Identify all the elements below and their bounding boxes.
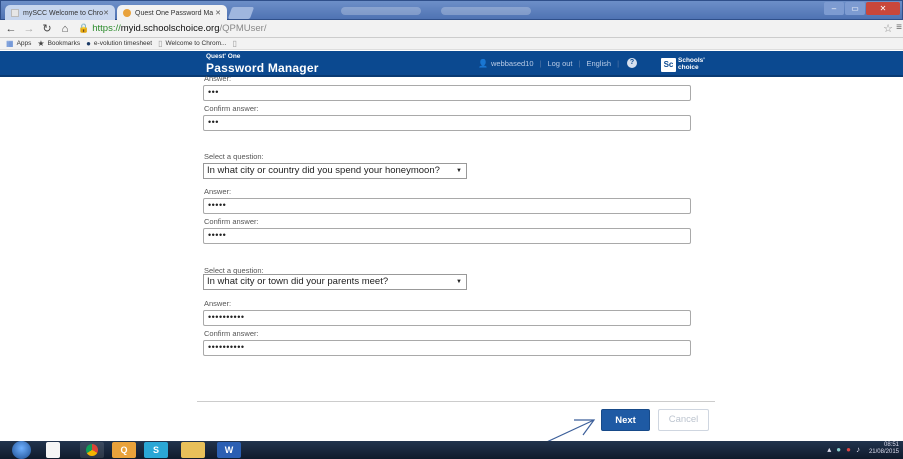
answer-field-2[interactable]: •••••	[203, 198, 691, 214]
evolution-icon: ●	[86, 39, 91, 48]
sc-logo-box: Sc	[661, 57, 676, 72]
confirm-answer-label: Confirm answer:	[204, 217, 259, 226]
confirm-answer-field-3[interactable]: ••••••••••	[203, 340, 691, 356]
clock[interactable]: 08:51 21/08/2015	[869, 442, 899, 456]
maximize-icon[interactable]: ▭	[845, 2, 865, 15]
next-button[interactable]: Next	[601, 409, 650, 431]
folder-icon[interactable]	[181, 442, 205, 458]
browser-tab-strip: mySCC Welcome to Chro ✕ Quest One Passwo…	[0, 0, 903, 21]
menu-icon[interactable]: ≡	[896, 22, 902, 33]
page-title: Password Manager	[206, 61, 319, 75]
chevron-down-icon: ▼	[456, 279, 462, 285]
home-icon[interactable]: ⌂	[58, 23, 72, 35]
divider: |	[578, 58, 581, 68]
star-icon: ★	[37, 39, 45, 48]
quest-logo-icon	[123, 9, 131, 17]
question-select-3[interactable]: In what city or town did your parents me…	[203, 274, 467, 290]
forward-arrow-icon[interactable]: →	[22, 23, 36, 35]
bookmark-label: e-volution timesheet	[93, 40, 153, 47]
tab-label: mySCC Welcome to Chro	[23, 9, 104, 17]
network-icon[interactable]: ●	[836, 445, 841, 454]
blurred-title	[341, 7, 421, 15]
confirm-answer-field-2[interactable]: •••••	[203, 228, 691, 244]
question-select-2[interactable]: In what city or country did you spend yo…	[203, 163, 467, 179]
form-divider	[197, 401, 715, 402]
logo-line2: choice	[678, 63, 699, 71]
clock-time: 08:51	[883, 442, 899, 448]
bookmark-bookmarks[interactable]: ★ Bookmarks	[37, 39, 80, 48]
page-icon	[11, 9, 19, 17]
url-host: myid.schoolschoice.org	[120, 23, 220, 34]
tab-myscc[interactable]: mySCC Welcome to Chro ✕	[5, 5, 115, 21]
bookmarks-bar: ▦ Apps ★ Bookmarks ● e-volution timeshee…	[0, 38, 903, 50]
app-header: Quest' One Password Manager 👤 webbased10…	[0, 51, 903, 77]
language-link[interactable]: English	[586, 59, 611, 68]
divider: |	[539, 58, 542, 68]
schools-choice-logo: Sc Schools' choice	[661, 57, 705, 72]
bookmark-welcome[interactable]: ▯ Welcome to Chrom...	[158, 39, 226, 48]
brand-quest-one: Quest' One	[206, 53, 241, 60]
confirm-answer-label: Confirm answer:	[204, 104, 259, 113]
answer-label: Answer:	[204, 187, 232, 196]
page-icon: ▯	[158, 39, 163, 48]
bookmark-label: Bookmarks	[47, 40, 81, 47]
confirm-answer-field-1[interactable]: •••	[203, 115, 691, 131]
speaker-icon[interactable]: ♪	[856, 445, 860, 454]
question-select-value: In what city or country did you spend yo…	[207, 165, 440, 176]
close-tab-icon[interactable]: ✕	[103, 9, 109, 17]
bookmark-apps[interactable]: ▦ Apps	[6, 39, 31, 48]
minimize-icon[interactable]: –	[824, 2, 844, 15]
user-nav: 👤 webbased10 | Log out | English | ?	[478, 58, 638, 68]
quest-icon[interactable]: Q	[112, 442, 136, 458]
bookmark-evolution[interactable]: ● e-volution timesheet	[86, 39, 152, 48]
back-arrow-icon[interactable]: ←	[4, 23, 18, 35]
confirm-answer-label: Confirm answer:	[204, 329, 259, 338]
reload-icon[interactable]: ↻	[40, 22, 54, 35]
sc-logo-text: Schools' choice	[678, 57, 705, 71]
username[interactable]: webbased10	[491, 59, 534, 68]
system-tray: ▴ ● ● ♪ 08:51 21/08/2015	[827, 442, 899, 456]
close-tab-icon[interactable]: ✕	[215, 9, 221, 17]
url-path: /QPMUser/	[219, 23, 267, 34]
tab-label: Quest One Password Ma	[135, 9, 214, 17]
address-bar[interactable]: 🔒 https:// myid.schoolschoice.org /QPMUs…	[78, 22, 266, 36]
divider: |	[617, 58, 620, 68]
window-controls: – ▭ ✕	[824, 2, 900, 15]
new-tab-button[interactable]	[227, 7, 255, 19]
page-icon: ▯	[232, 39, 237, 48]
answer-label: Answer:	[204, 74, 232, 83]
chrome-icon[interactable]	[80, 442, 104, 458]
bookmark-label: Apps	[16, 40, 32, 47]
url-scheme: https://	[92, 23, 121, 34]
user-icon: 👤	[478, 58, 488, 68]
browser-toolbar: ← → ↻ ⌂ 🔒 https:// myid.schoolschoice.or…	[0, 20, 903, 38]
document-icon[interactable]	[46, 442, 60, 458]
answer-field-3[interactable]: ••••••••••	[203, 310, 691, 326]
skype-icon[interactable]: S	[144, 442, 168, 458]
select-question-label: Select a question:	[204, 152, 264, 161]
start-button[interactable]	[12, 441, 31, 459]
close-window-icon[interactable]: ✕	[866, 2, 900, 15]
chevron-down-icon: ▼	[456, 168, 462, 174]
clock-date: 21/08/2015	[868, 449, 899, 455]
bookmark-blank[interactable]: ▯	[232, 39, 239, 48]
cancel-button[interactable]: Cancel	[658, 409, 709, 431]
question-select-value: In what city or town did your parents me…	[207, 276, 389, 287]
help-icon[interactable]: ?	[627, 58, 638, 68]
brand: Quest' One Password Manager	[206, 53, 319, 75]
tab-quest-one[interactable]: Quest One Password Ma ✕	[117, 5, 227, 21]
logout-link[interactable]: Log out	[547, 59, 572, 68]
answer-label: Answer:	[204, 299, 232, 308]
lock-icon: 🔒	[78, 23, 90, 33]
answer-field-1[interactable]: •••	[203, 85, 691, 101]
windows-taskbar: Q S W ▴ ● ● ♪ 08:51 21/08/2015	[0, 441, 903, 459]
chevron-up-icon[interactable]: ▴	[827, 445, 831, 454]
shield-icon[interactable]: ●	[846, 445, 851, 454]
apps-grid-icon: ▦	[6, 39, 14, 48]
blurred-title	[441, 7, 531, 15]
bookmark-label: Welcome to Chrom...	[165, 40, 227, 47]
bookmark-star-icon[interactable]: ☆	[883, 22, 893, 35]
word-icon[interactable]: W	[217, 442, 241, 458]
form-content: Answer: ••• Confirm answer: ••• Select a…	[0, 74, 903, 441]
